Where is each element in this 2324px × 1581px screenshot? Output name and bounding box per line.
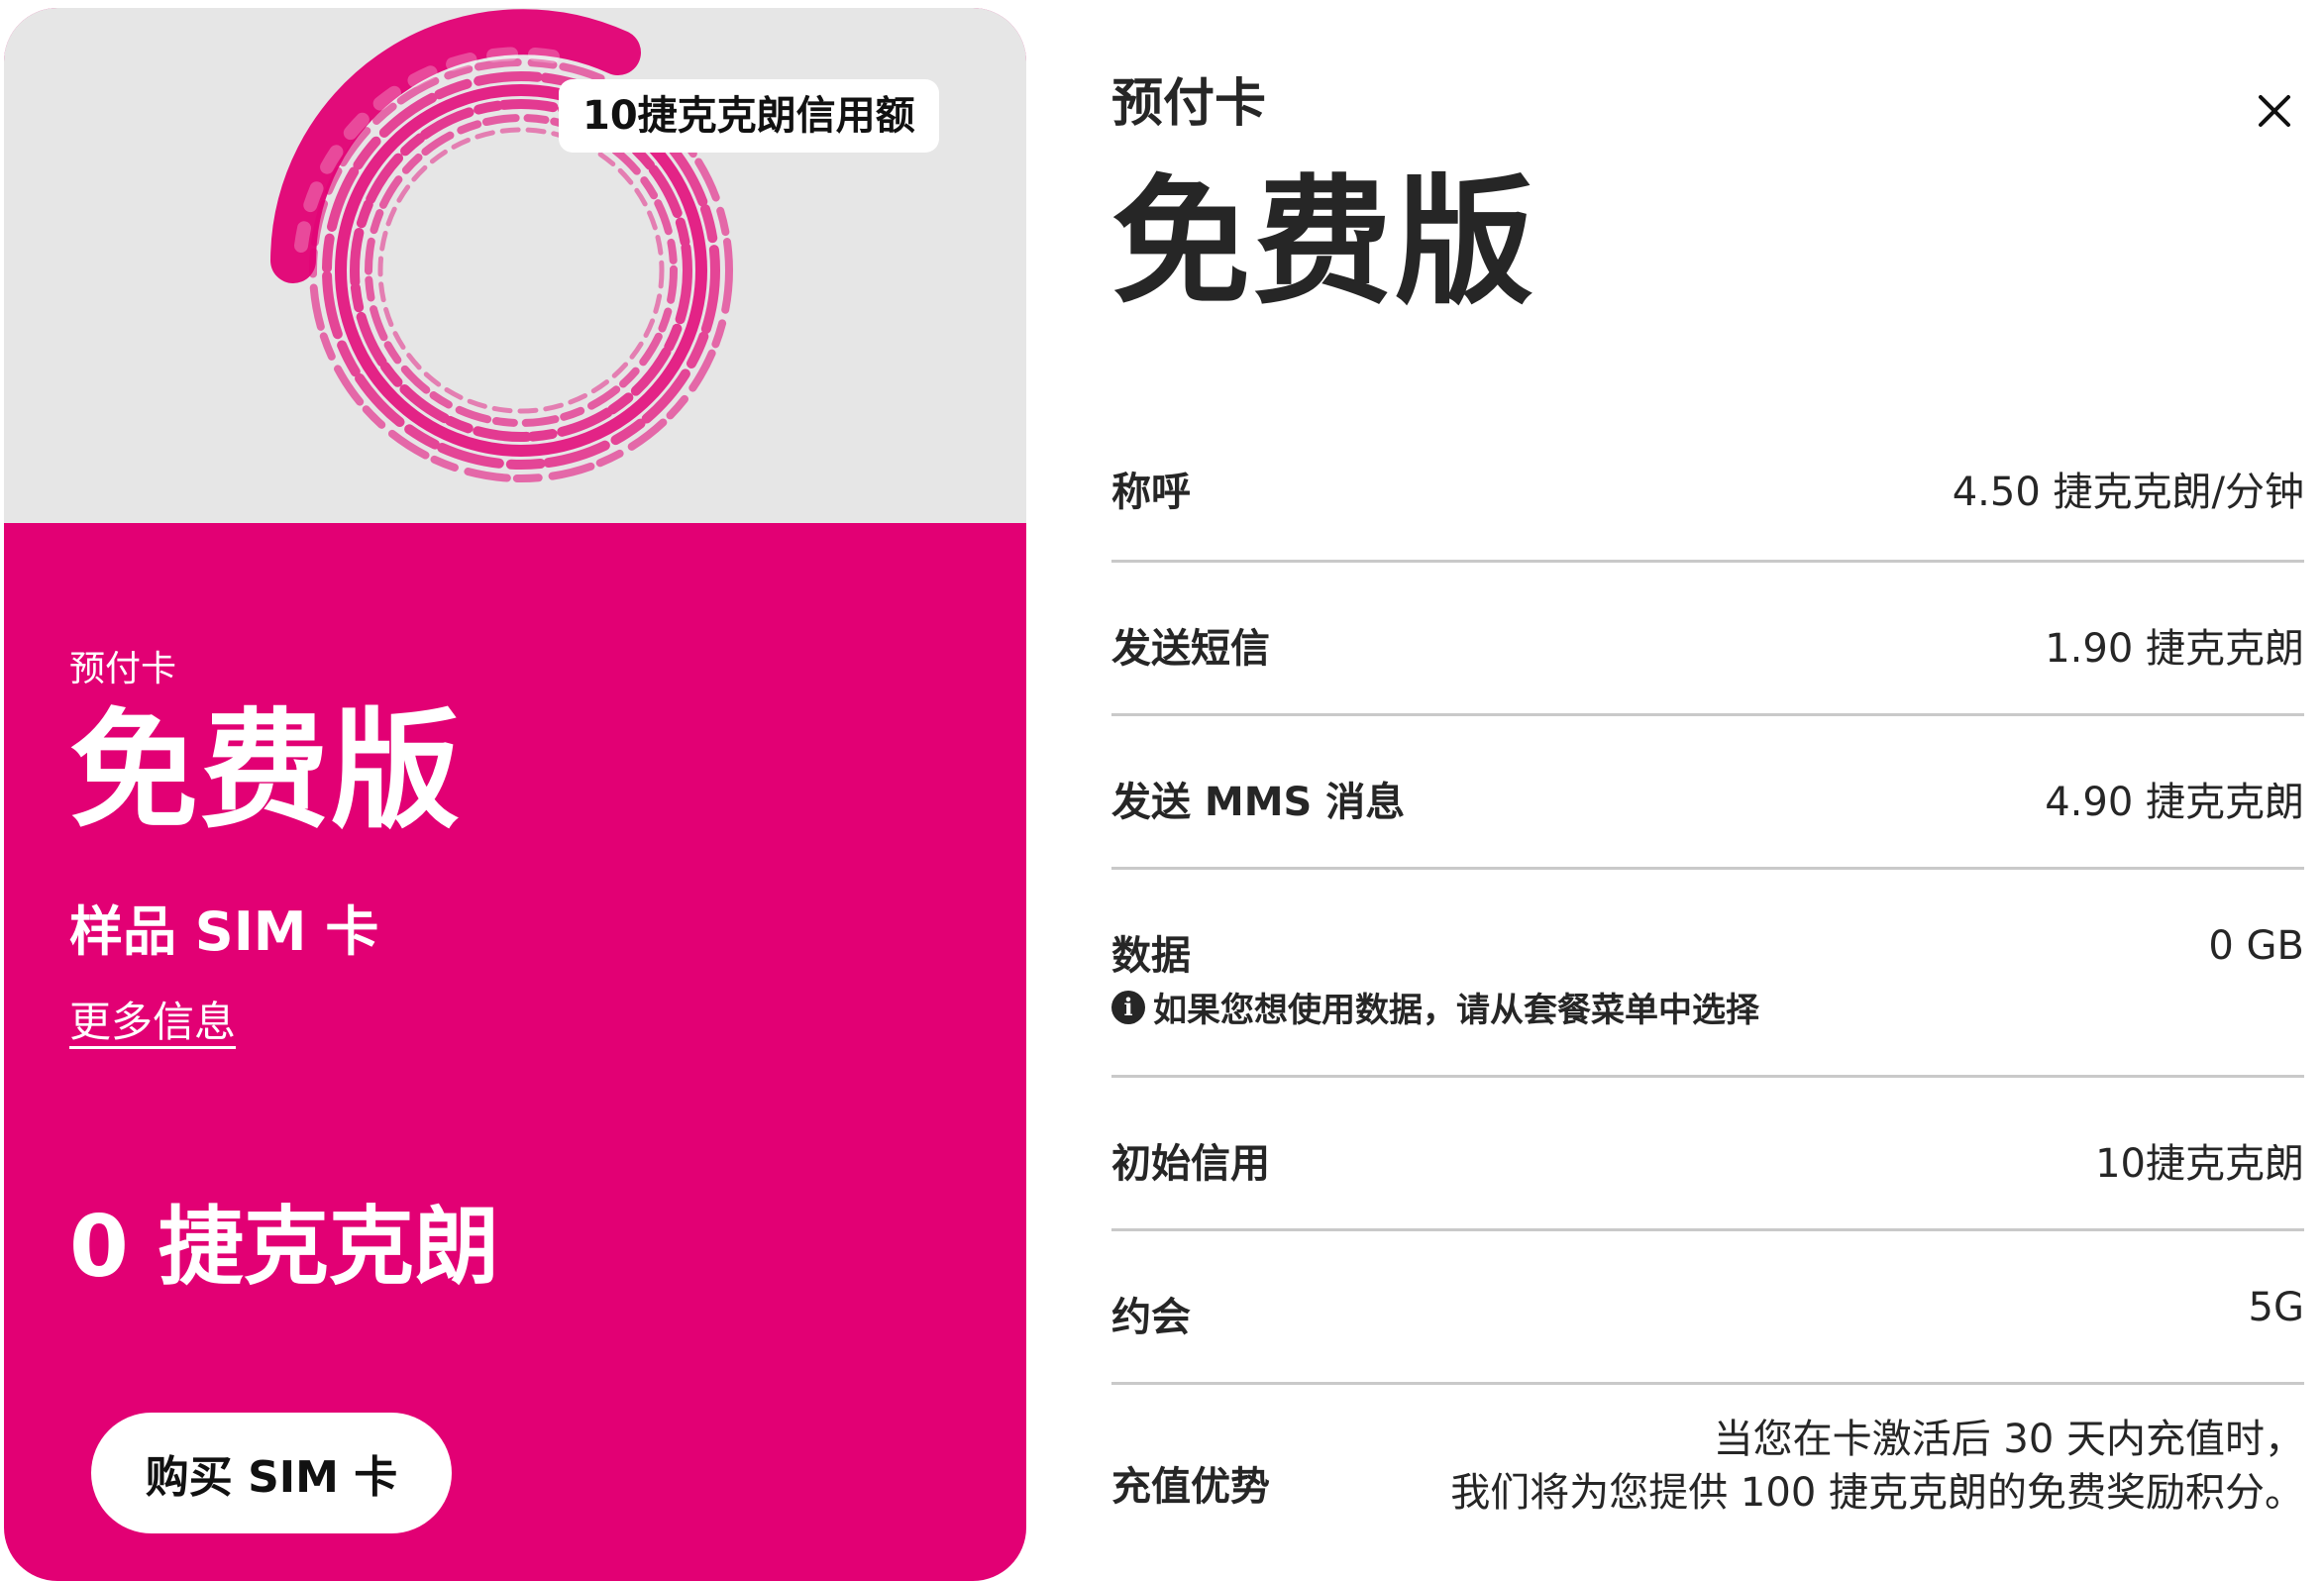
rate-label: 约会: [1111, 1295, 1191, 1340]
card-hero-image: 10捷克克朗信用额: [4, 8, 1026, 523]
topup-line-1: 当您在卡激活后 30 天内充值时，: [1713, 1417, 2304, 1462]
rate-value: 10捷克克朗: [2095, 1141, 2304, 1187]
rate-value: 5G: [2248, 1285, 2304, 1330]
rates-list: 称呼 4.50 捷克克朗/分钟 发送短信 1.90 捷克克朗 发送 MMS 消息…: [1111, 408, 2304, 1543]
data-note-text: 如果您想使用数据，请从套餐菜单中选择: [1153, 991, 1759, 1030]
panel-title: 免费版: [1111, 162, 1537, 324]
rate-row-mms: 发送 MMS 消息 4.90 捷克克朗: [1111, 716, 2304, 870]
rate-value: 4.90 捷克克朗: [2045, 780, 2304, 825]
rate-row-data: 数据 0 GB i 如果您想使用数据，请从套餐菜单中选择: [1111, 870, 2304, 1078]
rate-label: 数据: [1111, 933, 1191, 979]
rate-value: 4.50 捷克克朗/分钟: [1952, 470, 2304, 515]
rate-row-initial-credit: 初始信用 10捷克克朗: [1111, 1078, 2304, 1231]
credit-badge: 10捷克克朗信用额: [559, 79, 939, 153]
rate-label: 初始信用: [1111, 1141, 1270, 1187]
close-icon: [2259, 95, 2290, 127]
rate-value: 1.90 捷克克朗: [2045, 626, 2304, 672]
topup-line-2: 我们将为您提供 100 捷克克朗的免费奖励积分。: [1450, 1470, 2304, 1516]
panel-eyebrow: 预付卡: [1111, 74, 1267, 134]
details-panel: 预付卡 免费版 称呼 4.50 捷克克朗/分钟 发送短信 1.90 捷克克朗 发…: [1111, 0, 2304, 1581]
rate-value: 当您在卡激活后 30 天内充值时， 我们将为您提供 100 捷克克朗的免费奖励积…: [1450, 1413, 2304, 1520]
rate-row-calls: 称呼 4.50 捷克克朗/分钟: [1111, 408, 2304, 563]
sim-product-card: 10捷克克朗信用额 预付卡 免费版 样品 SIM 卡 更多信息 0 捷克克朗 购…: [4, 8, 1026, 1581]
rate-value: 0 GB: [2208, 923, 2304, 969]
rate-label: 发送 MMS 消息: [1111, 780, 1406, 825]
rate-label: 充值优势: [1111, 1464, 1270, 1510]
rate-label: 发送短信: [1111, 626, 1270, 672]
card-title: 免费版: [69, 695, 463, 846]
card-subtitle: 样品 SIM 卡: [69, 900, 379, 963]
page: 10捷克克朗信用额 预付卡 免费版 样品 SIM 卡 更多信息 0 捷克克朗 购…: [0, 0, 2324, 1581]
card-price: 0 捷克克朗: [69, 1198, 499, 1297]
more-info-link[interactable]: 更多信息: [69, 989, 236, 1049]
info-icon: i: [1111, 990, 1145, 1024]
close-button[interactable]: [2251, 87, 2298, 135]
rate-row-network: 约会 5G: [1111, 1231, 2304, 1385]
data-note: i 如果您想使用数据，请从套餐菜单中选择: [1111, 983, 1759, 1031]
card-eyebrow: 预付卡: [69, 649, 177, 689]
rate-label: 称呼: [1111, 470, 1191, 515]
rate-row-topup-bonus: 充值优势 当您在卡激活后 30 天内充值时， 我们将为您提供 100 捷克克朗的…: [1111, 1385, 2304, 1543]
rate-row-sms: 发送短信 1.90 捷克克朗: [1111, 563, 2304, 716]
buy-sim-button[interactable]: 购买 SIM 卡: [91, 1413, 452, 1533]
